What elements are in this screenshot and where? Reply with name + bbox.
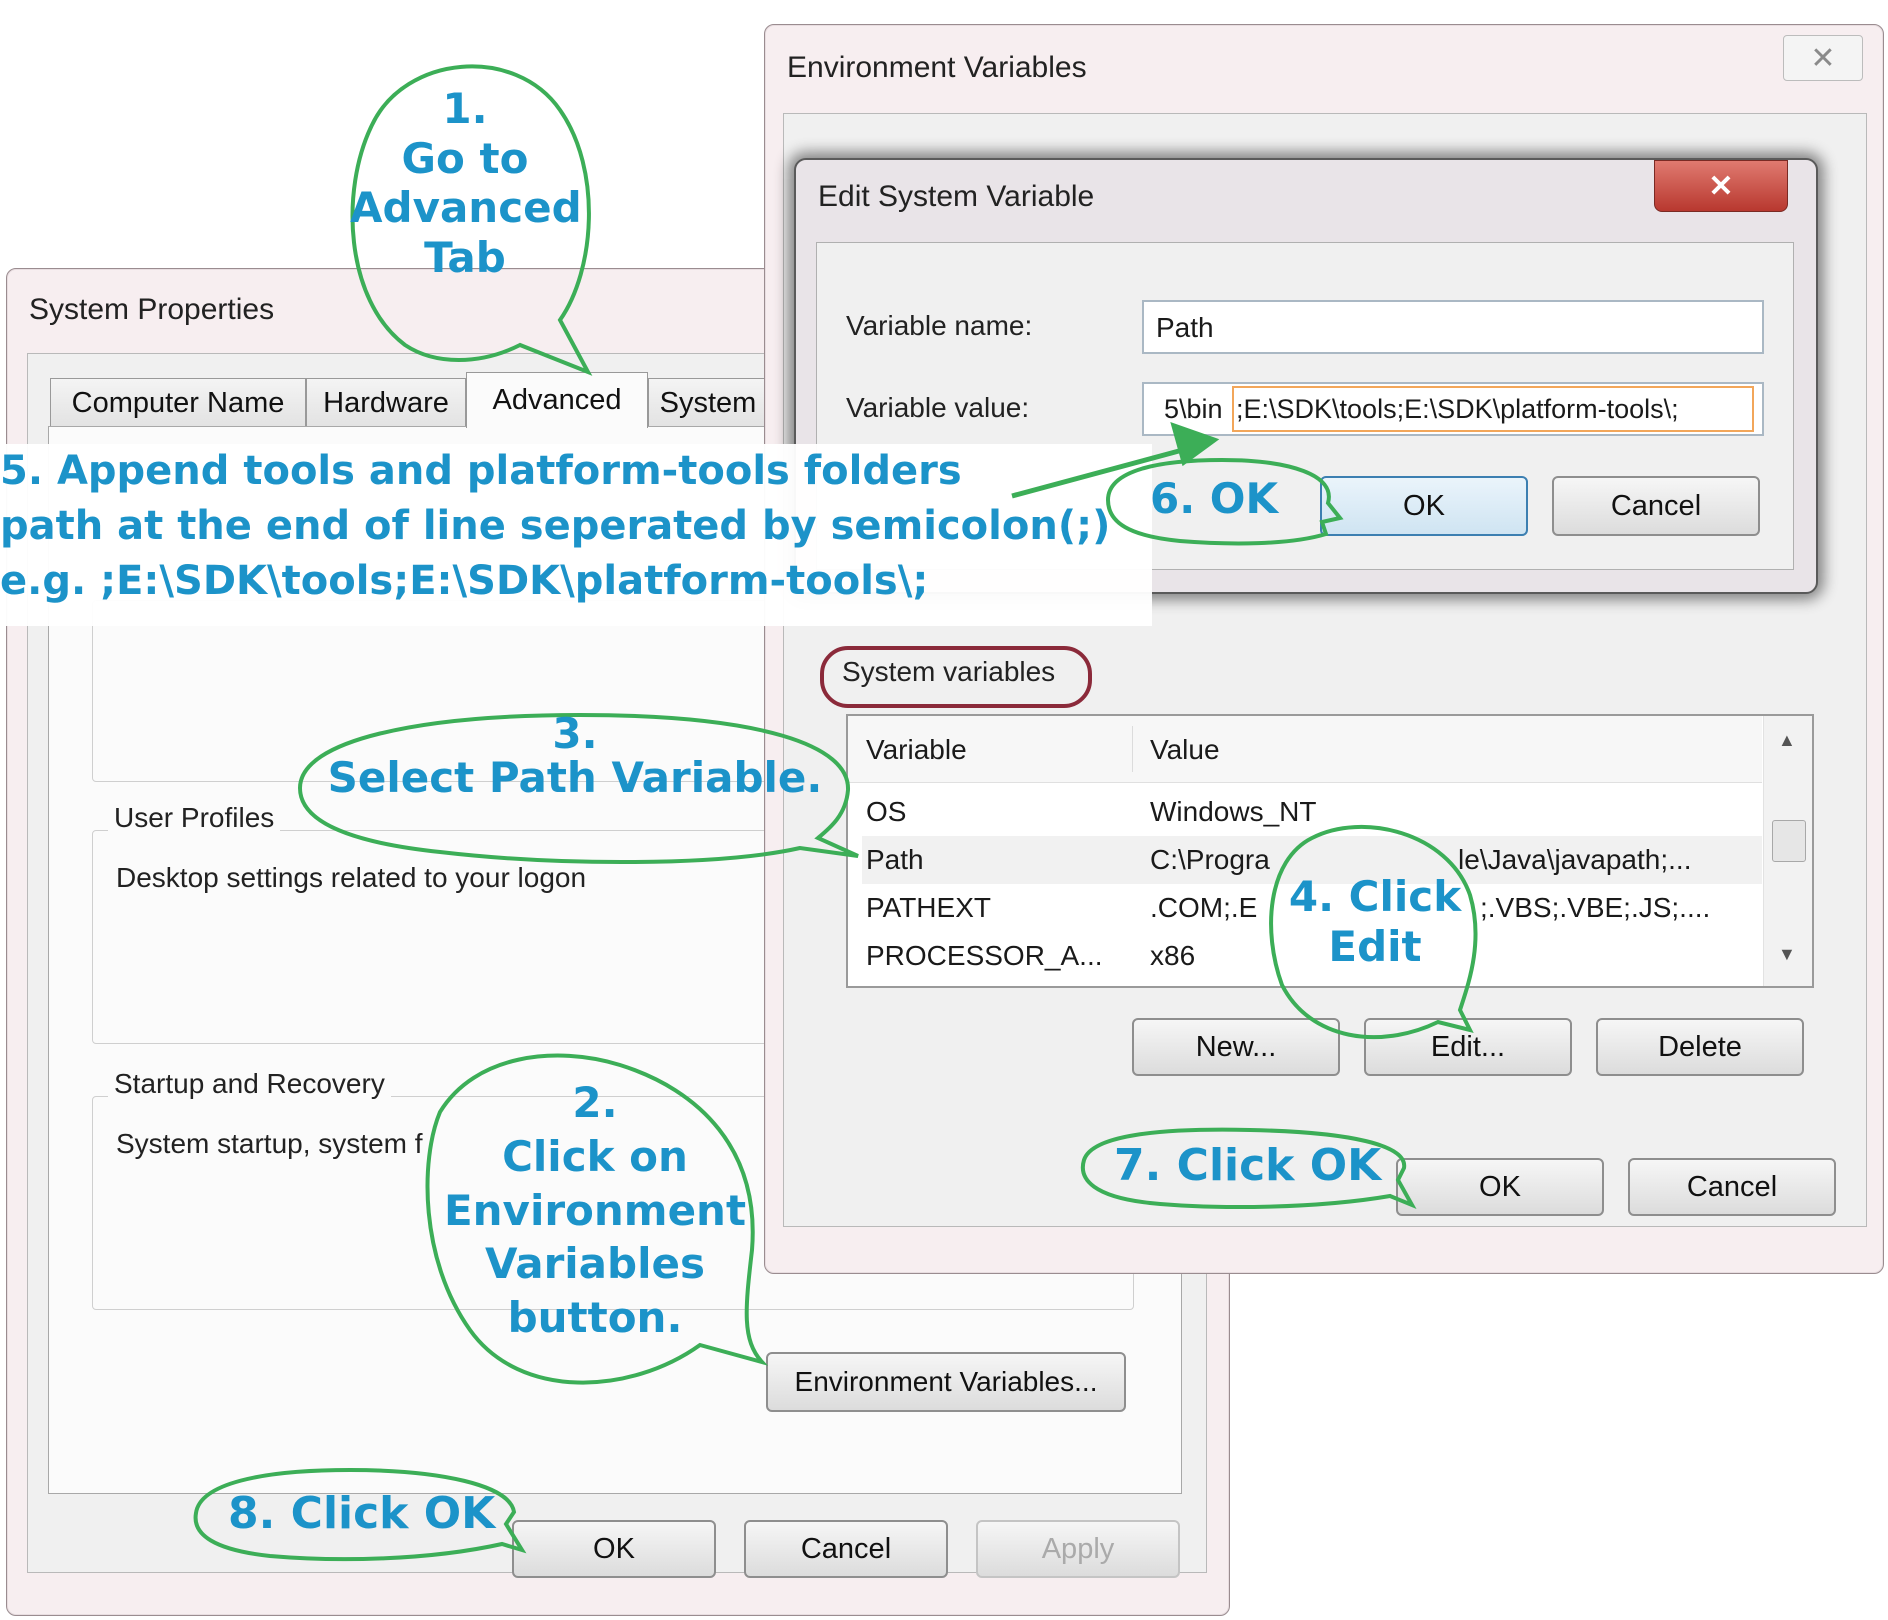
table-row[interactable]: OS Windows_NT [862,788,1762,836]
tab-advanced-label: Advanced [492,384,622,416]
variable-value-label: Variable value: [846,392,1030,423]
startup-recovery-description: System startup, system f [116,1128,423,1159]
step2-callout-text: 2. Click on Environment Variables button… [440,1076,750,1345]
scroll-up-arrow-icon[interactable]: ▲ [1778,730,1796,751]
edit-dialog-cancel-button[interactable]: Cancel [1552,476,1760,536]
row-value-tail: le\Java\javapath;... [1458,844,1692,875]
scroll-down-arrow-icon[interactable]: ▼ [1778,944,1796,965]
step5-line: path at the end of line seperated by sem… [0,503,1111,549]
step3-line: 3. [552,709,598,758]
edit-system-variable-title: Edit System Variable [818,180,1095,213]
tab-hardware[interactable]: Hardware [306,378,466,428]
new-variable-button[interactable]: New... [1132,1018,1340,1076]
row-variable: OS [866,796,907,827]
step3-callout-text: 3. Select Path Variable. [310,709,840,803]
tab-system-label: System [659,387,757,419]
step6-callout-text: 6. OK [1150,474,1279,523]
delete-variable-button[interactable]: Delete [1596,1018,1804,1076]
step4-line: 4. Click [1288,872,1462,921]
step5-line: e.g. ;E:\SDK\tools;E:\SDK\platform-tools… [0,558,929,604]
edit-variable-button[interactable]: Edit... [1364,1018,1572,1076]
tab-computer-name-label: Computer Name [71,387,285,419]
tab-system[interactable]: System [648,378,768,428]
user-profiles-description: Desktop settings related to your logon [116,862,587,893]
environment-variables-cancel-button[interactable]: Cancel [1628,1158,1836,1216]
step2-line: Environment [443,1185,747,1235]
system-properties-title: System Properties [29,293,275,326]
variable-value-prefix: 5\bin [1164,394,1223,424]
system-variables-label: System variables [842,656,1056,687]
variable-value-field[interactable]: 5\bin ;E:\SDK\tools;E:\SDK\platform-tool… [1142,382,1764,436]
system-properties-cancel-button[interactable]: Cancel [744,1520,948,1578]
step7-callout-text: 7. Click OK [1114,1140,1382,1191]
step5-line: 5. Append tools and platform-tools folde… [0,448,962,494]
step1-line: Go to [401,133,529,183]
step1-callout-text: 1. Go to Advanced Tab [350,84,582,282]
step1-line: Tab [424,232,506,282]
environment-variables-button[interactable]: Environment Variables... [766,1352,1126,1412]
step4-line: Edit [1328,921,1422,971]
edit-dialog-ok-button[interactable]: OK [1320,476,1528,536]
tab-computer-name[interactable]: Computer Name [50,378,306,428]
tab-hardware-label: Hardware [323,387,449,419]
environment-variables-close-button[interactable]: ✕ [1783,35,1863,81]
step1-line: Advanced [350,183,582,233]
variable-name-field[interactable]: Path [1142,300,1764,354]
user-profiles-title: User Profiles [108,802,281,834]
row-variable: PROCESSOR_A... [866,940,1103,971]
row-value-tail: ;.VBS;.VBE;.JS;.... [1480,892,1711,923]
step2-line: 2. [572,1078,618,1127]
variable-value-appended: ;E:\SDK\tools;E:\SDK\platform-tools\; [1236,394,1679,424]
step3-line: Select Path Variable. [327,753,823,803]
row-variable: PATHEXT [866,892,991,923]
row-value: Windows_NT [1150,796,1317,827]
environment-variables-ok-button[interactable]: OK [1396,1158,1604,1216]
step8-callout-text: 8. Click OK [228,1488,496,1539]
step1-line: 1. [442,84,488,133]
scrollbar-thumb[interactable] [1772,820,1806,862]
environment-variables-title: Environment Variables [787,51,1087,84]
system-properties-apply-button[interactable]: Apply [976,1520,1180,1578]
header-divider [1132,726,1133,772]
step2-line: button. [507,1293,683,1342]
close-icon: ✕ [1810,41,1836,75]
row-variable: Path [866,844,924,875]
step4-callout-text: 4. Click Edit [1270,872,1480,971]
row-value: x86 [1150,940,1196,971]
close-icon: ✕ [1708,169,1734,203]
vertical-scrollbar[interactable]: ▲ ▼ [1763,716,1812,986]
row-value: .COM;.E [1150,892,1258,923]
column-header-variable[interactable]: Variable [866,734,967,766]
column-header-value[interactable]: Value [1150,734,1220,766]
step2-line: Variables [485,1239,705,1289]
variable-name-value: Path [1156,312,1214,343]
variable-name-label: Variable name: [846,310,1033,341]
row-value: C:\Progra [1150,844,1270,875]
startup-recovery-title: Startup and Recovery [108,1068,391,1100]
system-properties-ok-button[interactable]: OK [512,1520,716,1578]
list-header: Variable Value [848,716,1762,783]
tab-advanced[interactable]: Advanced [466,372,648,428]
edit-dialog-close-button[interactable]: ✕ [1654,160,1788,212]
step2-line: Click on [502,1131,688,1181]
